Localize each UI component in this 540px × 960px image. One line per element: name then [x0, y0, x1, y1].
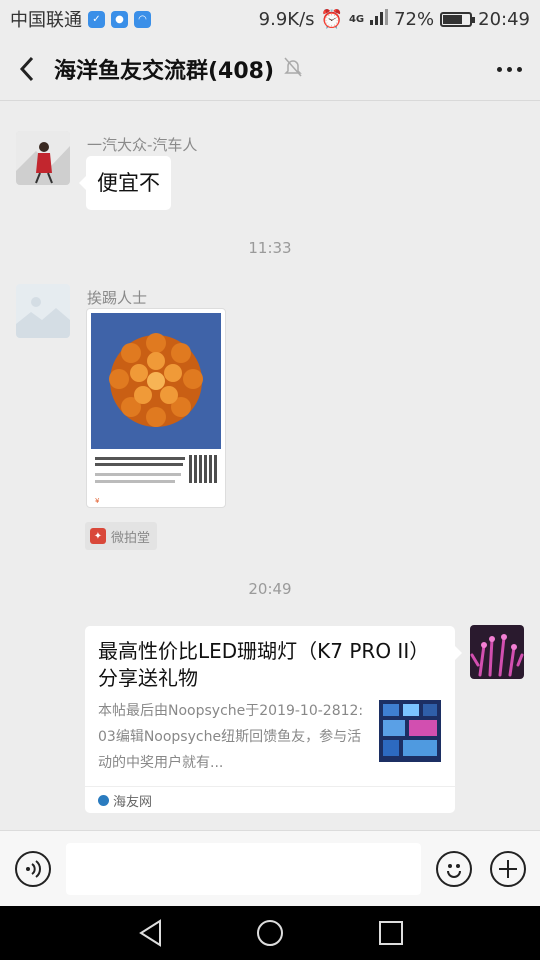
alarm-icon: ⏰ — [320, 8, 343, 30]
emoji-button[interactable] — [436, 851, 472, 887]
caption-line — [95, 480, 175, 483]
dot-icon — [496, 66, 502, 72]
plus-icon — [499, 860, 517, 878]
input-bar — [0, 830, 540, 906]
more-options-button[interactable] — [492, 56, 526, 82]
link-card-message[interactable]: 最高性价比LED珊瑚灯（K7 PRO II）分享送礼物 本帖最后由Noopsyc… — [85, 626, 462, 813]
sender-name: 一汽大众-汽车人 — [87, 136, 198, 154]
caption-line — [95, 463, 183, 466]
image-message[interactable]: ¥ — [86, 308, 226, 508]
nav-home-button[interactable] — [255, 918, 285, 948]
link-thumbnail — [379, 700, 441, 762]
header-divider — [0, 100, 540, 101]
link-description: 本帖最后由Noopsyche于2019-10-2812:03编辑Noopsych… — [98, 703, 364, 771]
network-type: 4G — [348, 13, 365, 25]
smiley-icon — [447, 864, 461, 878]
timestamp: 20:49 — [248, 580, 292, 598]
square-recents-icon — [379, 921, 403, 945]
price-mark: ¥ — [95, 497, 100, 505]
battery-percent: 72% — [394, 8, 435, 30]
battery-fill — [443, 14, 462, 24]
chat-notification-icon: ● — [111, 10, 128, 28]
link-source-label: 海友网 — [113, 794, 153, 810]
voice-icon — [26, 860, 41, 878]
message-bubble[interactable]: 便宜不 — [79, 156, 171, 210]
caption-line — [95, 457, 185, 460]
sender-name: 挨踢人士 — [87, 289, 148, 307]
more-functions-button[interactable] — [490, 851, 526, 887]
chevron-left-icon — [19, 56, 34, 82]
system-nav-bar — [0, 906, 540, 960]
weipaitang-logo-icon: ✦ — [90, 528, 106, 544]
link-title: 最高性价比LED珊瑚灯（K7 PRO II）分享送礼物 — [98, 639, 430, 690]
battery-icon — [440, 11, 476, 27]
wifi-notification-icon: ◠ — [134, 10, 151, 28]
app-notification-icon: ✓ — [88, 10, 105, 28]
message-input[interactable] — [66, 843, 421, 895]
source-tag[interactable]: ✦ 微拍堂 — [85, 522, 157, 550]
chat-title: 海洋鱼友交流群(408) — [54, 59, 275, 84]
dot-icon — [506, 66, 512, 72]
image-caption-area: ¥ — [91, 453, 221, 507]
qr-code — [189, 455, 217, 483]
nav-back-button[interactable] — [136, 918, 166, 948]
mute-bell-icon — [284, 57, 302, 81]
link-source: 海友网 — [85, 786, 455, 813]
clock: 20:49 — [478, 8, 530, 30]
back-button[interactable] — [14, 56, 40, 82]
caption-line — [95, 473, 181, 476]
status-bar: 中国联通 ✓ ● ◠ 9.9K/s ⏰ 4G 72% 20:49 — [0, 0, 540, 38]
triangle-back-icon — [139, 919, 161, 947]
avatar[interactable] — [16, 131, 70, 185]
carrier-label: 中国联通 — [10, 10, 82, 31]
coral-photo — [91, 313, 221, 449]
chat-header: 海洋鱼友交流群(408) — [0, 38, 540, 100]
network-speed: 9.9K/s — [258, 8, 315, 30]
circle-home-icon — [257, 920, 283, 946]
timestamp: 11:33 — [248, 239, 292, 257]
my-avatar[interactable] — [470, 625, 524, 679]
voice-input-button[interactable] — [15, 851, 51, 887]
signal-icon — [370, 8, 389, 30]
source-site-icon — [98, 794, 109, 806]
source-tag-label: 微拍堂 — [111, 530, 151, 546]
avatar[interactable] — [16, 284, 70, 338]
nav-recents-button[interactable] — [376, 918, 406, 948]
dot-icon — [516, 66, 522, 72]
